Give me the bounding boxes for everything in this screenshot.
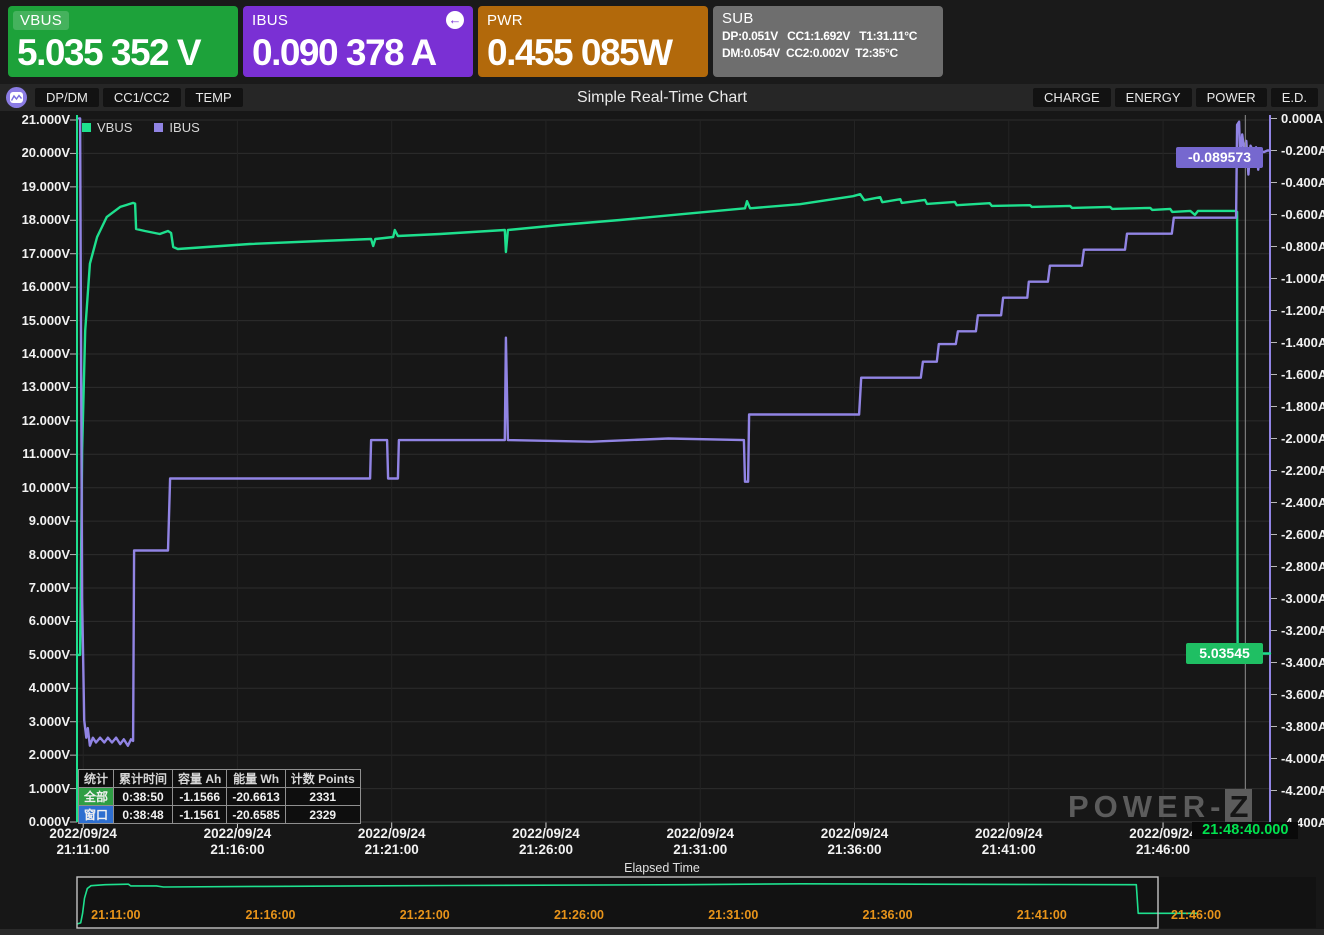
tab-dp-dm[interactable]: DP/DM: [35, 88, 99, 107]
stats-header-row: 统计 累计时间 容量 Ah 能量 Wh 计数 Points: [79, 770, 361, 788]
ibus-swatch-icon: [154, 123, 163, 132]
stats-cell: 2329: [285, 806, 360, 824]
chart-legend[interactable]: VBUS IBUS: [82, 120, 200, 135]
vbus-line: [77, 194, 1270, 655]
right-tab-group: CHARGEENERGYPOWERE.D.: [1033, 88, 1318, 107]
stats-cell: -1.1561: [173, 806, 227, 824]
power-z-watermark: POWER-Z: [1068, 791, 1252, 822]
bottom-strip: [0, 929, 1324, 935]
stats-cell: 0:38:50: [114, 788, 173, 806]
tab-energy[interactable]: ENERGY: [1115, 88, 1192, 107]
stats-cell: 0:38:48: [114, 806, 173, 824]
stats-header: 累计时间: [114, 770, 173, 788]
stats-header: 计数 Points: [285, 770, 360, 788]
stats-header: 容量 Ah: [173, 770, 227, 788]
cursor-time-label: 21:48:40.000: [1192, 822, 1298, 839]
x-axis-title: Elapsed Time: [0, 861, 1324, 875]
stats-row-label: 窗口: [79, 806, 114, 824]
stats-row-all: 全部 0:38:50 -1.1566 -20.6613 2331: [79, 788, 361, 806]
stats-header: 能量 Wh: [227, 770, 285, 788]
stats-cell: -20.6613: [227, 788, 285, 806]
stats-cell: 2331: [285, 788, 360, 806]
legend-ibus-label: IBUS: [169, 120, 199, 135]
tab-temp[interactable]: TEMP: [185, 88, 243, 107]
stats-row-window: 窗口 0:38:48 -1.1561 -20.6585 2329: [79, 806, 361, 824]
legend-item-vbus[interactable]: VBUS: [82, 120, 132, 135]
power-z-app-window: VBUS 5.035 352 V IBUS ← 0.090 378 A PWR …: [0, 0, 1324, 935]
stats-header: 统计: [79, 770, 114, 788]
ibus-line: [79, 119, 1270, 746]
stats-cell: -20.6585: [227, 806, 285, 824]
ibus-last-value-chip: -0.089573: [1176, 147, 1263, 168]
stats-table: 统计 累计时间 容量 Ah 能量 Wh 计数 Points 全部 0:38:50…: [78, 769, 361, 824]
vbus-swatch-icon: [82, 123, 91, 132]
legend-item-ibus[interactable]: IBUS: [154, 120, 199, 135]
stats-row-label: 全部: [79, 788, 114, 806]
left-tab-group: DP/DMCC1/CC2TEMP: [35, 88, 243, 107]
tab-e-d[interactable]: E.D.: [1271, 88, 1318, 107]
tab-cc1-cc2[interactable]: CC1/CC2: [103, 88, 181, 107]
tab-power[interactable]: POWER: [1196, 88, 1267, 107]
legend-vbus-label: VBUS: [97, 120, 132, 135]
stats-cell: -1.1566: [173, 788, 227, 806]
vbus-last-value-chip: 5.03545: [1186, 643, 1263, 664]
tab-charge[interactable]: CHARGE: [1033, 88, 1111, 107]
